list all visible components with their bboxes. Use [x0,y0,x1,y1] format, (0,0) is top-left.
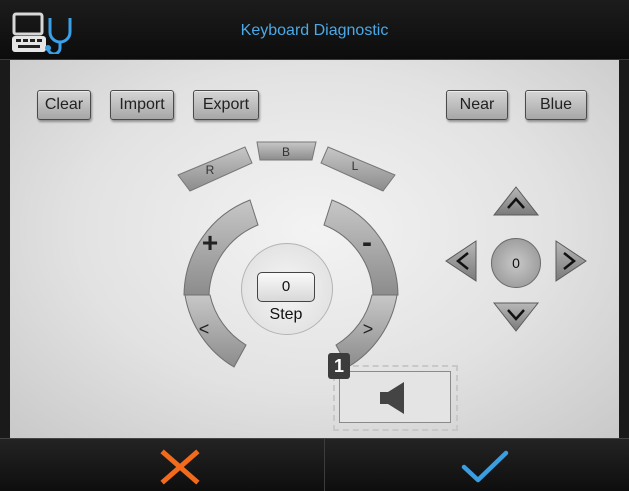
speaker-button[interactable] [339,371,451,423]
title-bar: Keyboard Diagnostic [0,0,629,60]
main-panel: Clear Import Export Near Blue R B L + - … [10,60,619,438]
step-number-badge: 1 [328,353,350,379]
b-button[interactable]: B [256,141,317,161]
minus-label: - [362,226,372,259]
step-value-field[interactable]: 0 [257,272,315,302]
previous-button[interactable]: < [184,294,247,368]
plus-label: + [202,227,218,258]
footer-divider [324,439,325,491]
dpad-center-button[interactable]: 0 [491,238,541,288]
down-arrow-button[interactable] [492,302,540,332]
previous-label: < [199,319,210,339]
r-button[interactable]: R [177,146,253,192]
next-label: > [363,319,374,339]
b-label: B [282,145,290,159]
cancel-button[interactable] [140,439,220,491]
bottom-bar [0,438,629,491]
left-arrow-button[interactable] [445,240,477,282]
confirm-button[interactable] [440,439,530,491]
r-label: R [206,163,215,177]
up-arrow-button[interactable] [492,186,540,216]
speaker-icon [380,382,404,414]
window-title: Keyboard Diagnostic [240,22,389,39]
close-icon [160,449,200,485]
l-label: L [352,159,359,173]
right-arrow-button[interactable] [555,240,587,282]
step-label: Step [269,306,303,323]
l-button[interactable]: L [320,146,396,192]
minus-button[interactable]: - [323,199,399,296]
checkmark-icon [461,450,509,483]
